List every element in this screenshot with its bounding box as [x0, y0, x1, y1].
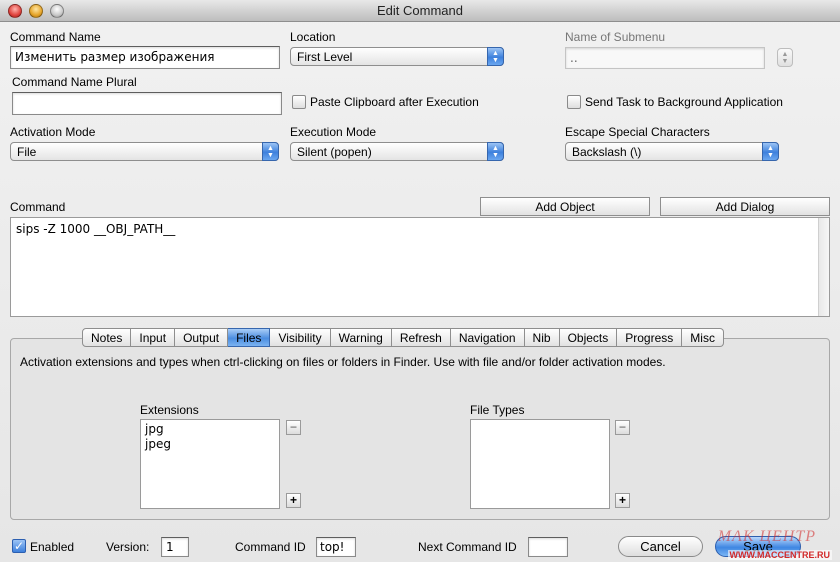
remove-extension-button[interactable]: −: [286, 420, 301, 435]
extensions-list[interactable]: jpg jpeg: [140, 419, 280, 509]
submenu-field[interactable]: ..: [565, 47, 765, 69]
submenu-stepper-icon[interactable]: ▲ ▼: [777, 48, 793, 67]
tab-panel: Activation extensions and types when ctr…: [10, 338, 830, 520]
tab-refresh[interactable]: Refresh: [391, 328, 451, 347]
execution-mode-label: Execution Mode: [290, 125, 377, 139]
enabled-label: Enabled: [30, 540, 75, 554]
command-name-label: Command Name: [10, 30, 101, 44]
activation-mode-popup[interactable]: File ▲ ▼: [10, 142, 279, 161]
cancel-button[interactable]: Cancel: [618, 536, 703, 557]
add-dialog-button[interactable]: Add Dialog: [660, 197, 830, 216]
command-name-plural-field[interactable]: [12, 92, 282, 115]
list-item[interactable]: jpg: [145, 422, 275, 437]
popup-arrows-icon: ▲ ▼: [487, 47, 504, 66]
command-label: Command: [10, 200, 66, 214]
tab-notes[interactable]: Notes: [82, 328, 132, 347]
minus-icon: −: [289, 420, 297, 434]
edit-command-window: Edit Command Command Name Изменить разме…: [0, 0, 840, 562]
paste-clipboard-label: Paste Clipboard after Execution: [310, 95, 479, 109]
tab-input[interactable]: Input: [131, 328, 176, 347]
minus-icon: −: [618, 420, 626, 434]
tab-navigation[interactable]: Navigation: [450, 328, 525, 347]
extensions-label: Extensions: [140, 403, 199, 417]
tab-bar: Notes Input Output Files Visibility Warn…: [82, 328, 724, 347]
file-types-list[interactable]: [470, 419, 610, 509]
list-item[interactable]: jpeg: [145, 437, 275, 452]
checkmark-icon: ✓: [13, 539, 25, 553]
send-task-label: Send Task to Background Application: [585, 95, 783, 109]
command-text: sips -Z 1000 __OBJ_PATH__: [16, 222, 176, 236]
title-bar: Edit Command: [0, 0, 840, 22]
execution-mode-popup[interactable]: Silent (popen) ▲ ▼: [290, 142, 504, 161]
file-types-label: File Types: [470, 403, 525, 417]
popup-arrows-icon: ▲ ▼: [762, 142, 779, 161]
version-label: Version:: [106, 540, 150, 554]
tab-nib[interactable]: Nib: [524, 328, 560, 347]
version-field[interactable]: 1: [161, 537, 189, 557]
add-object-button[interactable]: Add Object: [480, 197, 650, 216]
plus-icon: +: [289, 493, 297, 507]
submenu-label: Name of Submenu: [565, 30, 666, 44]
tab-output[interactable]: Output: [175, 328, 229, 347]
command-id-field[interactable]: top!: [316, 537, 356, 557]
tab-warning[interactable]: Warning: [330, 328, 392, 347]
add-extension-button[interactable]: +: [286, 493, 301, 508]
execution-mode-value: Silent (popen): [297, 145, 372, 159]
location-value: First Level: [297, 50, 353, 64]
next-command-id-label: Next Command ID: [418, 540, 517, 554]
paste-clipboard-checkbox[interactable]: [292, 95, 306, 109]
enabled-checkbox[interactable]: ✓: [12, 539, 26, 553]
tab-visibility[interactable]: Visibility: [270, 328, 331, 347]
send-task-checkbox[interactable]: [567, 95, 581, 109]
save-button[interactable]: Save: [715, 536, 801, 557]
command-id-label: Command ID: [235, 540, 306, 554]
location-label: Location: [290, 30, 336, 44]
next-command-id-field[interactable]: [528, 537, 568, 557]
command-textarea[interactable]: sips -Z 1000 __OBJ_PATH__: [10, 217, 830, 317]
popup-arrows-icon: ▲ ▼: [487, 142, 504, 161]
command-scrollbar[interactable]: [818, 218, 829, 316]
escape-characters-value: Backslash (\): [572, 145, 642, 159]
command-name-plural-label: Command Name Plural: [12, 75, 137, 89]
activation-mode-value: File: [17, 145, 37, 159]
files-description: Activation extensions and types when ctr…: [20, 355, 666, 369]
tab-objects[interactable]: Objects: [559, 328, 618, 347]
tab-progress[interactable]: Progress: [617, 328, 683, 347]
plus-icon: +: [618, 493, 626, 507]
escape-characters-popup[interactable]: Backslash (\) ▲ ▼: [565, 142, 779, 161]
location-popup[interactable]: First Level ▲ ▼: [290, 47, 504, 66]
tab-misc[interactable]: Misc: [682, 328, 724, 347]
window-title: Edit Command: [377, 3, 463, 18]
command-name-field[interactable]: Изменить размер изображения: [10, 46, 280, 69]
activation-mode-label: Activation Mode: [10, 125, 96, 139]
popup-arrows-icon: ▲ ▼: [262, 142, 279, 161]
tab-files[interactable]: Files: [228, 328, 271, 347]
remove-file-type-button[interactable]: −: [615, 420, 630, 435]
escape-characters-label: Escape Special Characters: [565, 125, 710, 139]
add-file-type-button[interactable]: +: [615, 493, 630, 508]
